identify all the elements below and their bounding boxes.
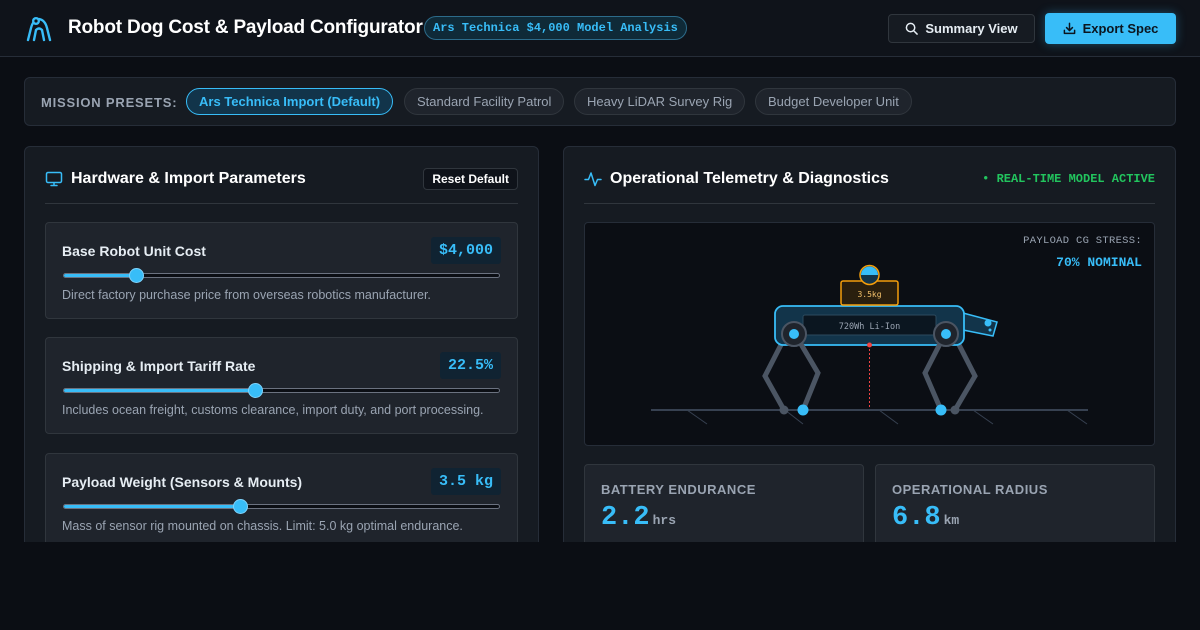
payload-weight-slider[interactable]: [63, 499, 500, 514]
hardware-panel-header: Hardware & Import Parameters Reset Defau…: [45, 147, 518, 204]
param-label: Payload Weight (Sensors & Mounts): [62, 474, 303, 490]
robot-dog-logo-icon: [26, 17, 52, 42]
metric-label: OPERATIONAL RADIUS: [892, 482, 1048, 497]
viewport-bottom-area: [0, 542, 1200, 630]
param-label: Base Robot Unit Cost: [62, 243, 206, 259]
summary-view-button[interactable]: Summary View: [888, 14, 1035, 43]
preset-chip-heavy-lidar-survey-rig[interactable]: Heavy LiDAR Survey Rig: [574, 88, 746, 115]
telemetry-panel-title: Operational Telemetry & Diagnostics: [610, 170, 889, 187]
slider-thumb[interactable]: [128, 268, 144, 283]
rear-foot: [950, 405, 960, 415]
metric-value-row: 2.2 hrs: [601, 503, 676, 533]
preset-chip-standard-facility-patrol[interactable]: Standard Facility Patrol: [404, 88, 565, 115]
slider-thumb[interactable]: [232, 499, 248, 514]
robot-head: [962, 312, 998, 337]
metric-label: BATTERY ENDURANCE: [601, 482, 756, 497]
param-description: Includes ocean freight, customs clearanc…: [62, 403, 484, 417]
payload-cg-stress-value: 70% NOMINAL: [1056, 255, 1142, 270]
robot-visualization: 720Wh Li-Ion 3.5kg PAYLOAD CG STRESS: 70…: [584, 222, 1155, 446]
base-cost-slider[interactable]: [63, 268, 500, 283]
app-header: Robot Dog Cost & Payload Configurator Ar…: [0, 0, 1200, 57]
param-value-display: 3.5 kg: [430, 468, 501, 495]
battery-tag: 720Wh Li-Ion: [839, 322, 900, 332]
param-payload-weight: Payload Weight (Sensors & Mounts) 3.5 kg…: [45, 453, 518, 550]
metric-value-row: 6.8 km: [892, 503, 959, 533]
activity-icon: [584, 172, 602, 187]
head-sensor-eye: [984, 319, 992, 327]
param-value-display: 22.5%: [439, 352, 501, 379]
slider-thumb[interactable]: [248, 383, 264, 398]
telemetry-panel: Operational Telemetry & Diagnostics • RE…: [563, 146, 1176, 574]
battery-endurance-value: 2.2: [601, 503, 650, 533]
front-foot: [797, 404, 809, 416]
hardware-parameters-panel: Hardware & Import Parameters Reset Defau…: [24, 146, 539, 566]
ground-hatching: [686, 409, 1088, 425]
hip-joint-core: [789, 329, 799, 339]
reset-default-button[interactable]: Reset Default: [423, 168, 518, 190]
mission-presets-bar: MISSION PRESETS: Ars Technica Import (De…: [24, 77, 1176, 126]
export-spec-button[interactable]: Export Spec: [1045, 13, 1176, 44]
hip-joint-core: [941, 329, 951, 339]
app-title: Robot Dog Cost & Payload Configurator: [68, 17, 423, 38]
param-description: Mass of sensor rig mounted on chassis. L…: [62, 519, 463, 533]
param-description: Direct factory purchase price from overs…: [62, 288, 431, 302]
rear-foot: [779, 405, 789, 415]
hardware-panel-title: Hardware & Import Parameters: [71, 170, 306, 187]
slider-fill: [64, 389, 256, 392]
slider-fill: [64, 505, 240, 508]
slider-fill: [64, 274, 136, 277]
search-icon: [906, 22, 919, 35]
model-status-indicator: • REAL-TIME MODEL ACTIVE: [982, 172, 1155, 186]
telemetry-panel-header: Operational Telemetry & Diagnostics • RE…: [584, 147, 1155, 204]
param-base-unit-cost: Base Robot Unit Cost $4,000 Direct facto…: [45, 222, 518, 319]
front-foot: [935, 404, 947, 416]
operational-radius-unit: km: [943, 513, 960, 528]
param-label: Shipping & Import Tariff Rate: [62, 358, 256, 374]
mission-presets-label: MISSION PRESETS:: [41, 95, 178, 110]
model-badge: Ars Technica $4,000 Model Analysis: [424, 16, 687, 40]
preset-chip-ars-technica-import[interactable]: Ars Technica Import (Default): [186, 88, 394, 115]
payload-tag: 3.5kg: [857, 290, 881, 299]
download-icon: [1063, 22, 1075, 35]
tariff-rate-slider[interactable]: [63, 383, 500, 398]
export-spec-label: Export Spec: [1082, 21, 1159, 36]
monitor-icon: [45, 171, 63, 187]
param-tariff-rate: Shipping & Import Tariff Rate 22.5% Incl…: [45, 337, 518, 434]
battery-endurance-unit: hrs: [652, 513, 677, 528]
payload-cg-stress-label: PAYLOAD CG STRESS:: [1023, 235, 1142, 247]
param-value-display: $4,000: [430, 237, 501, 264]
summary-view-label: Summary View: [925, 21, 1018, 36]
preset-chip-budget-developer-unit[interactable]: Budget Developer Unit: [755, 88, 912, 115]
operational-radius-value: 6.8: [892, 503, 941, 533]
head-sensor-dot: [988, 328, 992, 332]
